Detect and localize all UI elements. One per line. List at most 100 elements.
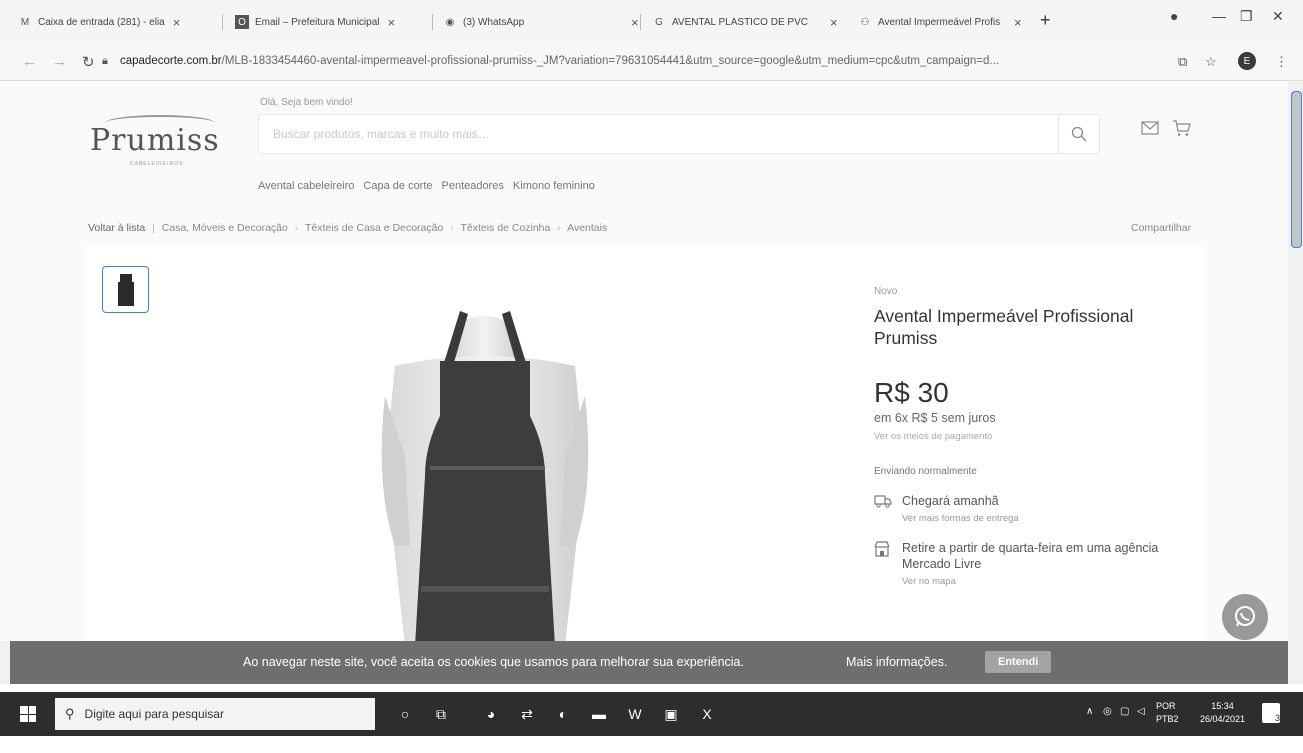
forward-icon[interactable]: → <box>52 53 67 70</box>
whatsapp-chat-button[interactable] <box>1222 594 1268 640</box>
tab-active-product[interactable]: ⚇ Avental Impermeável Profis × <box>858 10 1034 34</box>
menu-dots-icon[interactable]: ⋮ <box>1275 54 1288 70</box>
product-condition: Novo <box>874 286 898 297</box>
site-header: Prumiss CABELEIREIROS Olá, Seja bem vind… <box>0 81 1288 201</box>
word-icon[interactable]: W <box>622 701 648 727</box>
display-icon[interactable]: ▢ <box>1120 706 1129 717</box>
back-icon[interactable]: ← <box>22 53 37 70</box>
product-image[interactable] <box>335 306 635 641</box>
language-code: POR <box>1156 701 1176 711</box>
breadcrumb-separator: › <box>450 222 454 234</box>
tab-separator <box>640 14 641 30</box>
scrollbar-thumb[interactable] <box>1291 91 1302 248</box>
category-link[interactable]: Capa de corte <box>363 180 432 192</box>
category-link[interactable]: Avental cabeleireiro <box>258 180 354 192</box>
breadcrumb: Voltar à lista | Casa, Móveis e Decoraçã… <box>88 222 607 234</box>
truck-icon <box>874 495 892 508</box>
windows-taskbar: ⚲ Digite aqui para pesquisar ○ ⧉ ◕ ⇄ ◐ ▬… <box>0 684 1303 753</box>
payment-methods-link[interactable]: Ver os meios de pagamento <box>874 431 1174 442</box>
excel-icon[interactable]: X <box>694 701 720 727</box>
notification-center-icon[interactable]: 3 <box>1262 703 1280 723</box>
tab-separator <box>222 14 223 30</box>
view-on-map-link[interactable]: Ver no mapa <box>902 576 1174 587</box>
tab-google-search[interactable]: G AVENTAL PLÁSTICO DE PVC × <box>652 10 842 34</box>
taskbar-clock[interactable]: 15:34 26/04/2021 <box>1200 700 1245 726</box>
network-icon[interactable]: ◎ <box>1103 706 1112 717</box>
pickup-option: Retire a partir de quarta-feira em uma a… <box>874 540 1174 587</box>
edge-icon[interactable]: ◐ <box>550 701 576 727</box>
product-thumbnail[interactable] <box>102 266 149 313</box>
category-link[interactable]: Kimono feminino <box>513 180 595 192</box>
url-path: /MLB-1833454460-avental-impermeavel-prof… <box>221 55 999 67</box>
tab-title: Avental Impermeável Profis <box>878 16 1001 28</box>
breadcrumb-item[interactable]: Têxteis de Cozinha <box>460 222 550 234</box>
clock-date: 26/04/2021 <box>1200 714 1246 724</box>
minimize-icon[interactable]: — <box>1212 8 1226 24</box>
close-icon[interactable]: × <box>173 15 181 30</box>
mail-icon[interactable] <box>1141 121 1159 135</box>
tab-whatsapp[interactable]: ◉ (3) WhatsApp × <box>443 10 643 34</box>
tab-title: (3) WhatsApp <box>463 16 525 28</box>
close-icon[interactable]: × <box>631 15 639 30</box>
taskbar-strip: ⚲ Digite aqui para pesquisar ○ ⧉ ◕ ⇄ ◐ ▬… <box>0 692 1303 736</box>
close-icon[interactable]: × <box>388 15 396 30</box>
teamviewer-icon[interactable]: ⇄ <box>514 701 540 727</box>
tab-title: AVENTAL PLÁSTICO DE PVC <box>672 16 808 28</box>
share-link[interactable]: Compartilhar <box>1131 222 1191 234</box>
taskbar-search-box[interactable]: ⚲ Digite aqui para pesquisar <box>55 698 375 730</box>
back-to-list-link[interactable]: Voltar à lista <box>88 222 145 234</box>
task-view-icon[interactable]: ⧉ <box>428 701 454 727</box>
delivery-main: Chegará amanhã <box>902 494 999 508</box>
profile-avatar[interactable]: E <box>1238 52 1256 70</box>
windows-start-icon[interactable] <box>20 706 36 722</box>
page-scrollbar[interactable] <box>1288 81 1303 684</box>
cortana-icon[interactable]: ○ <box>392 701 418 727</box>
outlook-icon: O <box>235 15 249 29</box>
more-delivery-options-link[interactable]: Ver mais formas de entrega <box>902 513 1174 524</box>
bookmark-star-icon[interactable]: ☆ <box>1205 54 1217 70</box>
photos-icon[interactable]: ▣ <box>658 701 684 727</box>
whatsapp-icon <box>1235 606 1255 627</box>
category-link[interactable]: Penteadores <box>442 180 504 192</box>
cookie-accept-button[interactable]: Entendi <box>985 651 1052 673</box>
gmail-icon: M <box>20 16 30 28</box>
product-panel: Novo Avental Impermeável Profissional Pr… <box>85 246 1205 641</box>
site-logo[interactable]: Prumiss <box>90 123 220 158</box>
breadcrumb-item[interactable]: Têxteis de Casa e Decoração <box>305 222 443 234</box>
tab-gmail[interactable]: M Caixa de entrada (281) - elia × <box>18 10 218 34</box>
search-button[interactable] <box>1058 115 1099 153</box>
close-icon[interactable]: × <box>1014 15 1022 30</box>
url-field[interactable]: capadecorte.com.br/MLB-1833454460-aventa… <box>120 55 999 67</box>
cart-icon[interactable] <box>1172 119 1192 137</box>
reload-icon[interactable]: ↻ <box>82 53 95 71</box>
taskbar-search-placeholder: Digite aqui para pesquisar <box>84 707 224 721</box>
tab-email[interactable]: O Email – Prefeitura Municipal × <box>235 10 435 34</box>
breadcrumb-item[interactable]: Aventais <box>567 222 607 234</box>
file-explorer-icon[interactable]: ▬ <box>586 701 612 727</box>
chrome-icon[interactable]: ◕ <box>478 701 504 727</box>
tray-chevron-icon[interactable]: ∧ <box>1086 706 1093 717</box>
address-bar: ← → ↻ 🔒︎ capadecorte.com.br/MLB-18334544… <box>0 44 1303 81</box>
translate-icon[interactable]: ⧉ <box>1178 54 1187 70</box>
breadcrumb-item[interactable]: Casa, Móveis e Decoração <box>162 222 288 234</box>
product-info: Novo Avental Impermeável Profissional Pr… <box>874 286 1174 587</box>
logo-tagline: CABELEIREIROS <box>130 161 184 167</box>
product-price: R$ 30 <box>874 377 949 408</box>
close-window-icon[interactable]: ✕ <box>1272 8 1284 25</box>
language-indicator[interactable]: POR PTB2 <box>1156 700 1179 726</box>
close-icon[interactable]: × <box>830 15 838 30</box>
restore-icon[interactable]: ❐ <box>1240 8 1253 25</box>
new-tab-button[interactable]: + <box>1040 10 1051 31</box>
search-icon <box>1071 126 1087 142</box>
search-input[interactable] <box>271 123 1055 145</box>
account-icon[interactable]: ● <box>1170 8 1178 24</box>
installments: em 6x R$ 5 sem juros <box>874 411 996 425</box>
speaker-icon[interactable]: ◁ <box>1137 706 1145 717</box>
url-host: capadecorte.com.br <box>120 55 222 67</box>
search-box <box>258 114 1100 154</box>
breadcrumb-separator: | <box>152 222 155 234</box>
google-icon: G <box>655 16 663 28</box>
cookie-more-info-link[interactable]: Mais informações. <box>846 655 947 669</box>
keyboard-layout: PTB2 <box>1156 714 1179 724</box>
apron-thumbnail-image <box>117 273 134 306</box>
